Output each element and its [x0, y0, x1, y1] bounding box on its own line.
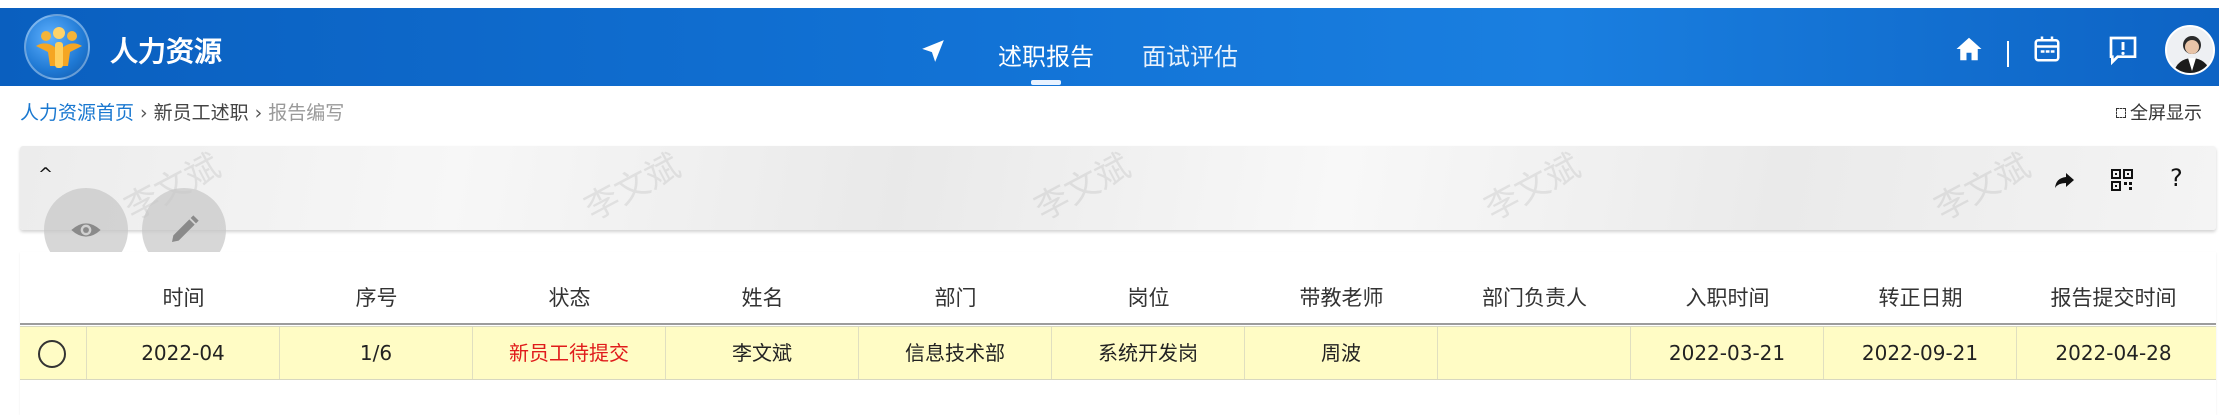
breadcrumb-current-page: 报告编写 — [268, 102, 345, 124]
pencil-icon — [172, 215, 199, 242]
watermark: 李文斌 — [578, 145, 688, 230]
cell-name: 李文斌 — [666, 327, 859, 379]
cell-submit-time: 2022-04-28 — [2055, 341, 2172, 365]
column-header-seq[interactable]: 序号 — [280, 282, 473, 312]
avatar-icon — [2167, 27, 2213, 73]
home-icon[interactable] — [1954, 34, 1984, 64]
app-title: 人力资源 — [110, 35, 223, 68]
fullscreen-button[interactable]: 全屏显示 — [2116, 99, 2202, 125]
header-divider — [20, 323, 2216, 325]
share-icon[interactable] — [2052, 168, 2076, 192]
column-header-dept[interactable]: 部门 — [859, 282, 1052, 312]
fullscreen-icon — [2116, 108, 2126, 118]
cell-join-date: 2022-03-21 — [1631, 327, 1824, 379]
fullscreen-label: 全屏显示 — [2130, 103, 2202, 124]
breadcrumb-onboarding-report[interactable]: 新员工述职 — [154, 102, 249, 124]
cell-regular-date: 2022-09-21 — [1824, 327, 2017, 379]
column-header-name[interactable]: 姓名 — [666, 282, 859, 312]
column-header-dept-head[interactable]: 部门负责人 — [1438, 282, 1631, 312]
collapse-toggle-icon[interactable]: ^ — [38, 164, 53, 185]
navigation-arrow-icon[interactable] — [920, 38, 946, 64]
cell-position: 系统开发岗 — [1052, 327, 1245, 379]
eye-icon — [71, 223, 101, 237]
calendar-icon[interactable] — [2032, 34, 2062, 64]
watermark: 李文斌 — [1478, 145, 1588, 230]
column-header-status[interactable]: 状态 — [473, 282, 666, 312]
cell-dept: 信息技术部 — [859, 327, 1052, 379]
cell-dept-head — [1438, 327, 1631, 379]
people-logo-icon — [36, 27, 82, 68]
cell-time: 2022-04 — [87, 327, 280, 379]
qr-code-icon[interactable] — [2110, 168, 2134, 192]
tab-interview-evaluation[interactable]: 面试评估 — [1142, 37, 1238, 72]
breadcrumb: 人力资源首页 › 新员工述职 › 报告编写 — [20, 98, 344, 125]
column-header-submit-time[interactable]: 报告提交时间 — [2017, 282, 2210, 312]
table-row[interactable]: 2022-04 1/6 新员工待提交 李文斌 信息技术部 系统开发岗 周波 20… — [20, 326, 2216, 380]
table-header: 时间 序号 状态 姓名 部门 岗位 带教老师 部门负责人 入职时间 转正日期 报… — [20, 252, 2216, 324]
column-header-position[interactable]: 岗位 — [1052, 282, 1245, 312]
tab-report[interactable]: 述职报告 — [998, 37, 1094, 72]
column-header-regular-date[interactable]: 转正日期 — [1824, 282, 2017, 312]
cell-seq: 1/6 — [280, 327, 473, 379]
row-select-cell — [20, 327, 87, 379]
message-icon[interactable] — [2107, 34, 2139, 66]
watermark: 李文斌 — [1928, 145, 2038, 230]
breadcrumb-separator: › — [254, 102, 263, 124]
column-header-mentor[interactable]: 带教老师 — [1245, 282, 1438, 312]
breadcrumb-home-link[interactable]: 人力资源首页 — [20, 102, 134, 124]
cell-status: 新员工待提交 — [473, 327, 666, 379]
cell-mentor: 周波 — [1245, 327, 1438, 379]
header-divider — [2007, 41, 2009, 67]
report-table: 时间 序号 状态 姓名 部门 岗位 带教老师 部门负责人 入职时间 转正日期 报… — [20, 252, 2216, 415]
row-radio-button[interactable] — [38, 340, 66, 368]
watermark: 李文斌 — [1028, 145, 1138, 230]
column-header-time[interactable]: 时间 — [87, 282, 280, 312]
user-avatar[interactable] — [2165, 25, 2215, 75]
active-tab-indicator — [1031, 80, 1061, 85]
column-header-join-date[interactable]: 入职时间 — [1631, 282, 1824, 312]
help-icon[interactable]: ? — [2170, 164, 2183, 192]
toolbar-panel: 李文斌 李文斌 李文斌 李文斌 李文斌 ^ ? — [20, 146, 2216, 230]
top-navigation-bar: 人力资源 述职报告 面试评估 — [0, 8, 2219, 86]
breadcrumb-separator: › — [140, 102, 148, 124]
app-logo[interactable] — [24, 14, 90, 80]
